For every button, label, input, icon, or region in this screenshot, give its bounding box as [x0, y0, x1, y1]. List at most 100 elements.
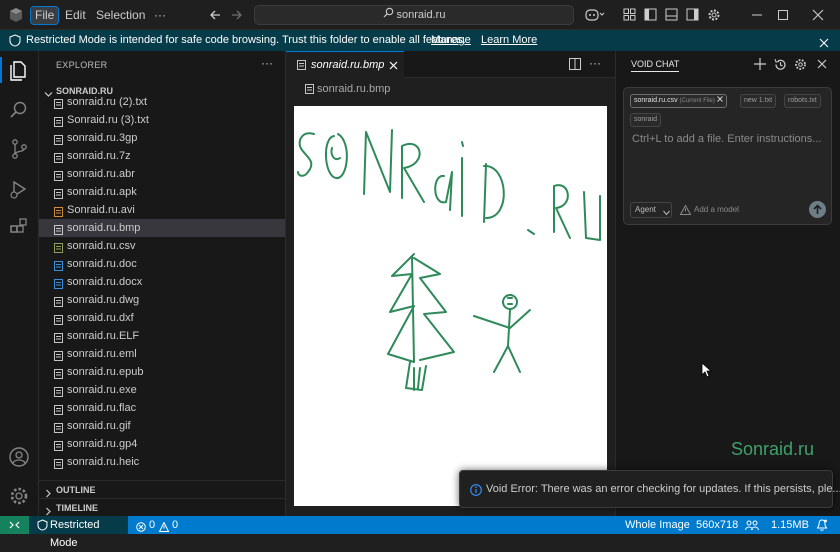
file-item[interactable]: sonraid.ru (2).txt — [39, 93, 285, 111]
search-icon — [383, 6, 394, 24]
file-name: sonraid.ru.epub — [67, 366, 144, 378]
file-item[interactable]: sonraid.ru.dwg — [39, 291, 285, 309]
zoom-status[interactable]: Whole Image — [625, 516, 690, 534]
split-editor-icon[interactable] — [569, 58, 581, 70]
explorer-more-button[interactable]: ··· — [261, 56, 273, 70]
error-notification[interactable]: Void Error: There was an error checking … — [459, 470, 840, 508]
file-chip-current[interactable]: sonraid.ru.csv (Current File) — [630, 94, 727, 108]
file-item[interactable]: sonraid.ru.epub — [39, 363, 285, 381]
file-item[interactable]: sonraid.ru.dxf — [39, 309, 285, 327]
mouse-cursor-icon — [701, 362, 713, 378]
remote-icon — [9, 521, 20, 529]
file-item[interactable]: sonraid.ru.ELF — [39, 327, 285, 345]
close-chat-icon[interactable] — [817, 59, 827, 69]
file-name: sonraid.ru.gp4 — [67, 438, 138, 450]
file-name: sonraid.ru.3gp — [67, 132, 138, 144]
file-chip-robots-txt[interactable]: robots.txt — [784, 94, 821, 108]
menu-edit[interactable]: Edit — [61, 7, 90, 24]
explorer-sidebar: EXPLORER ··· SONRAID.RU sonraid.ru (2).t… — [39, 51, 286, 516]
file-name: sonraid.ru.abr — [67, 168, 135, 180]
activity-bar — [0, 51, 39, 516]
extensions-icon[interactable] — [8, 217, 30, 239]
toggle-primary-sidebar-icon[interactable] — [644, 8, 657, 21]
file-item[interactable]: sonraid.ru.docx — [39, 273, 285, 291]
file-item[interactable]: sonraid.ru.gp4 — [39, 435, 285, 453]
file-item[interactable]: sonraid.ru.flac — [39, 399, 285, 417]
file-item[interactable]: Sonraid.ru (3).txt — [39, 111, 285, 129]
close-banner-icon[interactable] — [819, 35, 829, 48]
file-name: sonraid.ru.csv — [67, 240, 136, 252]
chat-input-box[interactable]: sonraid.ru.csv (Current File) new 1.txt … — [623, 87, 832, 225]
tab-sonraid-bmp[interactable]: sonraid.ru.bmp — [286, 51, 404, 78]
file-name: sonraid.ru.ELF — [67, 330, 140, 342]
manage-gear-icon[interactable] — [8, 485, 30, 507]
restricted-mode-status[interactable]: Restricted Mode — [29, 516, 128, 549]
source-control-icon[interactable] — [8, 138, 30, 160]
menu-more[interactable]: ··· — [150, 7, 170, 24]
file-name: sonraid.ru.gif — [67, 420, 131, 432]
outline-label: OUTLINE — [56, 485, 96, 495]
toggle-panel-icon[interactable] — [665, 8, 678, 21]
history-icon[interactable] — [774, 58, 787, 71]
account-icon[interactable] — [8, 446, 30, 468]
agent-label: Agent — [635, 205, 656, 214]
file-item[interactable]: sonraid.ru.doc — [39, 255, 285, 273]
file-chip-new-txt[interactable]: new 1.txt — [740, 94, 777, 108]
close-window-icon[interactable] — [811, 8, 825, 22]
notifications-bell-icon[interactable] — [816, 519, 828, 531]
command-center[interactable]: sonraid.ru — [254, 5, 574, 25]
explorer-title: EXPLORER — [56, 60, 108, 70]
run-debug-icon[interactable] — [8, 178, 30, 200]
image-preview — [294, 106, 607, 506]
sonraid-watermark: Sonraid.ru — [731, 439, 815, 459]
file-item[interactable]: Sonraid.ru.avi — [39, 201, 285, 219]
file-item[interactable]: sonraid.ru.7z — [39, 147, 285, 165]
new-chat-plus-icon[interactable] — [754, 58, 766, 70]
file-icon — [54, 367, 63, 379]
file-item[interactable]: sonraid.ru.apk — [39, 183, 285, 201]
file-item[interactable]: sonraid.ru.heic — [39, 453, 285, 471]
chat-placeholder: Ctrl+L to add a file. Enter instructions… — [632, 133, 822, 145]
menu-selection[interactable]: Selection — [92, 7, 149, 24]
file-icon — [54, 457, 63, 469]
close-tab-icon[interactable] — [389, 61, 398, 70]
chat-settings-gear-icon[interactable] — [794, 58, 807, 71]
forward-arrow-icon[interactable] — [230, 8, 244, 22]
file-item[interactable]: sonraid.ru.3gp — [39, 129, 285, 147]
tab-label: sonraid.ru.bmp — [311, 59, 385, 71]
file-item[interactable]: sonraid.ru.abr — [39, 165, 285, 183]
active-indicator — [0, 57, 2, 83]
copilot-icon[interactable] — [585, 8, 607, 22]
outline-section[interactable]: OUTLINE — [39, 480, 285, 498]
minimize-icon[interactable] — [750, 8, 764, 22]
file-item[interactable]: sonraid.ru.eml — [39, 345, 285, 363]
editor-more-button[interactable]: ··· — [589, 56, 601, 70]
search-icon[interactable] — [8, 99, 30, 121]
file-icon — [54, 439, 63, 451]
learn-more-link[interactable]: Learn More — [481, 30, 537, 51]
file-icon — [54, 349, 63, 361]
chevron-down-icon — [663, 207, 670, 216]
settings-gear-icon[interactable] — [707, 8, 721, 22]
add-model-link[interactable]: Add a model — [694, 205, 739, 214]
manage-link[interactable]: Manage — [431, 30, 471, 51]
remove-chip-icon[interactable] — [716, 95, 723, 102]
file-chip-sonraid[interactable]: sonraid — [630, 113, 661, 127]
file-item[interactable]: sonraid.ru.csv — [39, 237, 285, 255]
banner-text: Restricted Mode is intended for safe cod… — [26, 34, 466, 46]
back-arrow-icon[interactable] — [208, 8, 222, 22]
file-item[interactable]: sonraid.ru.exe — [39, 381, 285, 399]
remote-indicator[interactable] — [0, 516, 29, 534]
timeline-section[interactable]: TIMELINE — [39, 498, 285, 516]
maximize-icon[interactable] — [776, 8, 790, 22]
agent-mode-select[interactable]: Agent — [630, 202, 672, 218]
command-center-label: sonraid.ru — [396, 9, 446, 21]
file-item[interactable]: sonraid.ru.gif — [39, 417, 285, 435]
send-button[interactable] — [809, 201, 826, 218]
explorer-files-icon[interactable] — [8, 59, 30, 81]
customize-layout-icon[interactable] — [623, 8, 636, 21]
file-item[interactable]: sonraid.ru.bmp — [39, 219, 285, 237]
menu-file[interactable]: File — [29, 6, 60, 25]
breadcrumb-file[interactable]: sonraid.ru.bmp — [317, 83, 390, 95]
toggle-secondary-sidebar-icon[interactable] — [686, 8, 699, 21]
